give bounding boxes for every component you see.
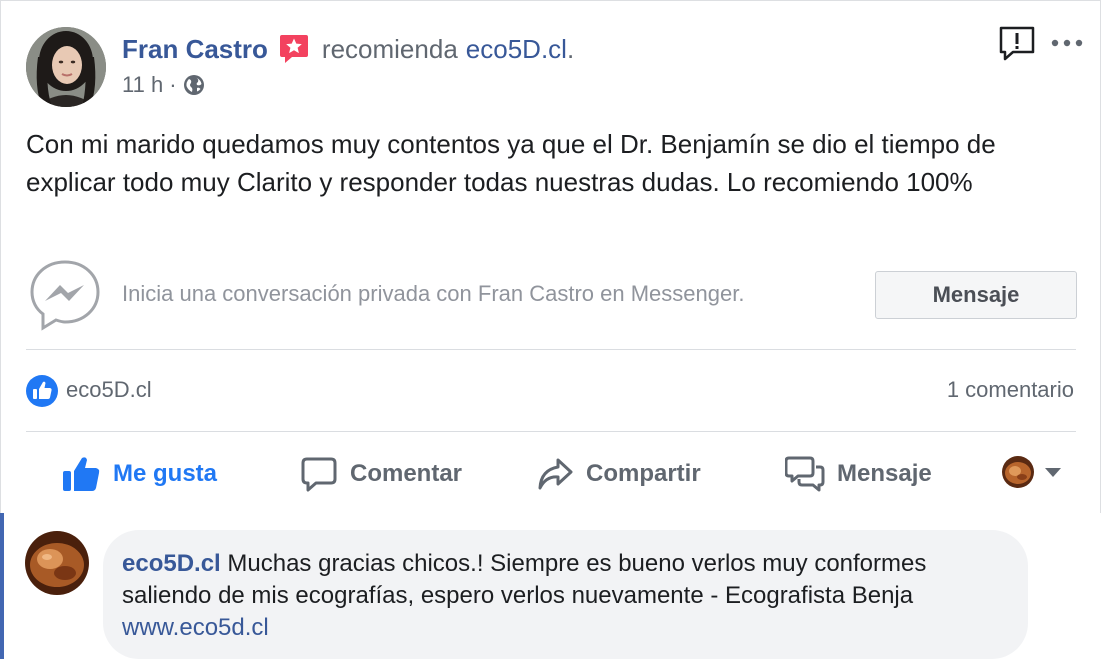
messenger-prompt: Inicia una conversación privada con Fran… bbox=[122, 281, 745, 306]
report-icon[interactable] bbox=[997, 24, 1037, 64]
divider bbox=[26, 431, 1076, 432]
share-button[interactable]: Compartir bbox=[536, 449, 701, 499]
page-name-link[interactable]: eco5D.cl bbox=[466, 34, 567, 65]
post-header: Fran Castro recomienda eco5D.cl . bbox=[122, 31, 574, 67]
commenter-avatar[interactable] bbox=[25, 531, 89, 595]
send-message-button[interactable]: Mensaje bbox=[785, 449, 932, 499]
message-button[interactable]: Mensaje bbox=[875, 271, 1077, 319]
post-timestamp[interactable]: 11 h bbox=[122, 72, 163, 98]
comment-icon bbox=[301, 457, 337, 492]
more-options-icon[interactable] bbox=[1049, 33, 1085, 53]
like-reaction-icon[interactable] bbox=[26, 375, 58, 407]
globe-icon[interactable] bbox=[183, 74, 205, 96]
acting-as-selector[interactable] bbox=[1002, 456, 1064, 488]
post-meta: 11 h · bbox=[122, 72, 205, 98]
commenter-name[interactable]: eco5D.cl bbox=[122, 550, 221, 577]
divider bbox=[26, 349, 1076, 350]
post-body: Con mi marido quedamos muy contentos ya … bbox=[26, 129, 996, 197]
comment-link[interactable]: www.eco5d.cl bbox=[122, 614, 269, 641]
recommendation-star-icon bbox=[278, 33, 310, 65]
page-avatar bbox=[1002, 456, 1034, 488]
like-label: Me gusta bbox=[113, 460, 218, 487]
header-period: . bbox=[566, 33, 575, 64]
comment-count[interactable]: 1 comentario bbox=[947, 377, 1074, 403]
share-icon bbox=[538, 458, 573, 490]
chevron-down-icon bbox=[1045, 468, 1061, 477]
share-label: Compartir bbox=[586, 460, 701, 487]
reaction-names[interactable]: eco5D.cl bbox=[66, 377, 152, 403]
comment-highlight-bar bbox=[0, 513, 4, 659]
recommends-label: recomienda bbox=[321, 33, 458, 64]
messages-icon bbox=[785, 456, 825, 492]
comment-text: Muchas gracias chicos.! Siempre es bueno… bbox=[122, 550, 927, 609]
meta-separator: · bbox=[169, 72, 177, 97]
comment-bubble: eco5D.cl Muchas gracias chicos.! Siempre… bbox=[103, 530, 1028, 659]
author-name[interactable]: Fran Castro bbox=[122, 34, 268, 65]
thumbs-up-icon bbox=[63, 457, 100, 491]
comment-button[interactable]: Comentar bbox=[300, 449, 462, 499]
message-label: Mensaje bbox=[837, 460, 932, 487]
author-avatar[interactable] bbox=[26, 27, 106, 107]
like-button[interactable]: Me gusta bbox=[61, 449, 217, 499]
comment-label: Comentar bbox=[350, 460, 463, 487]
messenger-icon bbox=[30, 260, 100, 331]
